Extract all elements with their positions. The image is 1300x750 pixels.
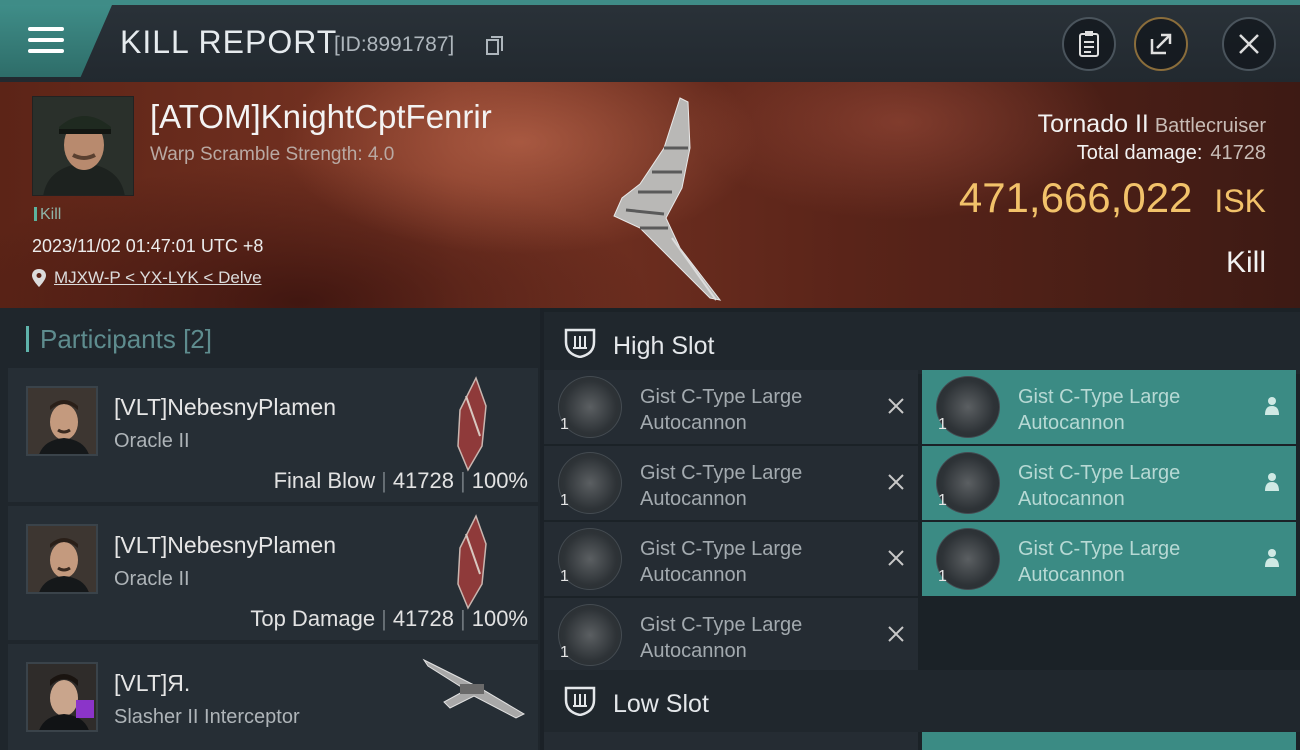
module-name: Gist C-Type Large Autocannon bbox=[640, 462, 803, 510]
x-icon bbox=[888, 474, 904, 490]
person-icon bbox=[1265, 397, 1279, 415]
participant-percent: 100% bbox=[471, 468, 528, 493]
isk-value-line: 471,666,022 ISK bbox=[959, 174, 1266, 222]
close-icon bbox=[1239, 34, 1259, 54]
isk-unit: ISK bbox=[1214, 183, 1266, 219]
victim-ship-name[interactable]: Tornado II bbox=[1038, 110, 1149, 138]
isk-value: 471,666,022 bbox=[958, 174, 1193, 221]
participant-ship-image bbox=[422, 658, 526, 719]
menu-icon bbox=[28, 27, 64, 57]
module-name: Gist C-Type Large Autocannon bbox=[640, 614, 803, 662]
low-slot-header: Low Slot bbox=[544, 670, 1300, 732]
module-item-dropped[interactable]: 1 Gist C-Type Large Autocannon bbox=[922, 522, 1296, 596]
menu-button[interactable] bbox=[0, 5, 112, 77]
high-slot-header: High Slot bbox=[544, 312, 1300, 374]
participant-stats: Top Damage | 41728 | 100% bbox=[250, 606, 528, 631]
participant-role: Top Damage bbox=[250, 606, 376, 631]
module-quantity: 1 bbox=[560, 492, 569, 509]
module-item-destroyed[interactable]: 1 Gist C-Type Large Autocannon bbox=[544, 370, 918, 444]
module-name: Gist C-Type Large Autocannon bbox=[1018, 538, 1181, 586]
module-item-dropped[interactable]: 1 Gist C-Type Large Autocannon bbox=[922, 370, 1296, 444]
participant-percent: 100% bbox=[471, 606, 528, 631]
participant-damage: 41728 bbox=[392, 468, 454, 493]
module-name: Gist C-Type Large Autocannon bbox=[1018, 386, 1181, 434]
participant-name: [VLT]NebesnyPlamen bbox=[114, 394, 337, 420]
module-quantity: 1 bbox=[938, 492, 947, 509]
participants-panel: Participants [2] [VLT]NebesnyPlamen Orac… bbox=[0, 308, 540, 750]
module-name: Gist C-Type Large Autocannon bbox=[1018, 462, 1181, 510]
participant-damage: 41728 bbox=[392, 606, 454, 631]
participant-stats: Final Blow | 41728 | 100% bbox=[273, 468, 528, 493]
avatar bbox=[26, 386, 98, 456]
person-icon bbox=[1265, 549, 1279, 567]
victim-portrait[interactable] bbox=[32, 96, 134, 196]
participant-ship-image bbox=[457, 376, 487, 472]
shield-icon bbox=[564, 328, 596, 358]
close-button[interactable] bbox=[1222, 17, 1276, 71]
module-item-destroyed[interactable]: 1 Gist C-Type Large Autocannon bbox=[544, 522, 918, 596]
participants-header: Participants [2] bbox=[26, 324, 212, 355]
participant-card[interactable]: [VLT]NebesnyPlamen Oracle II Final Blow |… bbox=[8, 368, 538, 502]
participant-name: [VLT]Я. bbox=[114, 670, 191, 696]
participant-ship-image bbox=[457, 514, 487, 610]
share-icon bbox=[1150, 33, 1172, 55]
participant-card[interactable]: [VLT]Я. Slasher II Interceptor bbox=[8, 644, 538, 750]
participant-ship: Slasher II Interceptor bbox=[114, 706, 300, 728]
participant-name: [VLT]NebesnyPlamen bbox=[114, 532, 337, 558]
report-id: [ID:8991787] bbox=[334, 33, 455, 56]
total-damage-value: 41728 bbox=[1210, 142, 1266, 164]
module-quantity: 1 bbox=[938, 416, 947, 433]
victim-banner: [ATOM]KnightCptFenrir Warp Scramble Stre… bbox=[0, 82, 1300, 308]
total-damage-line: Total damage: 41728 bbox=[1077, 142, 1266, 165]
module-item-partial[interactable] bbox=[544, 732, 918, 750]
copy-icon[interactable] bbox=[486, 36, 504, 56]
module-quantity: 1 bbox=[938, 568, 947, 585]
avatar bbox=[26, 524, 98, 594]
participant-ship: Oracle II bbox=[114, 568, 190, 590]
clipboard-icon bbox=[1079, 31, 1099, 57]
module-quantity: 1 bbox=[560, 568, 569, 585]
location-pin-icon bbox=[32, 269, 46, 287]
location-text: MJXW-P < YX-LYK < Delve bbox=[54, 268, 262, 287]
fitting-slots-panel: High Slot 1 Gist C-Type Large Autocannon … bbox=[544, 308, 1300, 750]
kill-tag: Kill bbox=[34, 206, 61, 224]
module-item-destroyed[interactable]: 1 Gist C-Type Large Autocannon bbox=[544, 446, 918, 520]
module-name: Gist C-Type Large Autocannon bbox=[640, 538, 803, 586]
victim-ship-class: Battlecruiser bbox=[1154, 115, 1266, 137]
module-item-dropped[interactable]: 1 Gist C-Type Large Autocannon bbox=[922, 446, 1296, 520]
header-bar: KILL REPORT [ID:8991787] bbox=[0, 0, 1300, 82]
participant-role: Final Blow bbox=[273, 468, 376, 493]
module-quantity: 1 bbox=[560, 644, 569, 661]
clipboard-button[interactable] bbox=[1062, 17, 1116, 71]
x-icon bbox=[888, 550, 904, 566]
module-quantity: 1 bbox=[560, 416, 569, 433]
victim-ship-line: Tornado II Battlecruiser bbox=[1038, 110, 1266, 139]
shield-icon bbox=[564, 686, 596, 716]
participant-card[interactable]: [VLT]NebesnyPlamen Oracle II Top Damage |… bbox=[8, 506, 538, 640]
module-name: Gist C-Type Large Autocannon bbox=[640, 386, 803, 434]
total-damage-label: Total damage: bbox=[1076, 142, 1203, 164]
x-icon bbox=[888, 626, 904, 642]
low-slot-label: Low Slot bbox=[613, 690, 709, 718]
person-icon bbox=[1265, 473, 1279, 491]
high-slot-label: High Slot bbox=[613, 332, 715, 360]
participants-count: [2] bbox=[183, 324, 212, 354]
page-title: KILL REPORT bbox=[120, 24, 338, 60]
kill-datetime: 2023/11/02 01:47:01 UTC +8 bbox=[32, 236, 264, 256]
participant-ship: Oracle II bbox=[114, 430, 190, 452]
scramble-strength: Warp Scramble Strength: 4.0 bbox=[150, 144, 395, 165]
rank-badge-icon bbox=[76, 700, 94, 718]
participants-label: Participants bbox=[40, 324, 176, 354]
avatar bbox=[26, 662, 98, 732]
x-icon bbox=[888, 398, 904, 414]
share-button[interactable] bbox=[1134, 17, 1188, 71]
module-item-destroyed[interactable]: 1 Gist C-Type Large Autocannon bbox=[544, 598, 918, 672]
module-item-partial[interactable] bbox=[922, 732, 1296, 750]
result-label: Kill bbox=[1225, 246, 1266, 279]
victim-ship-image bbox=[613, 97, 722, 301]
victim-name[interactable]: [ATOM]KnightCptFenrir bbox=[150, 98, 492, 136]
